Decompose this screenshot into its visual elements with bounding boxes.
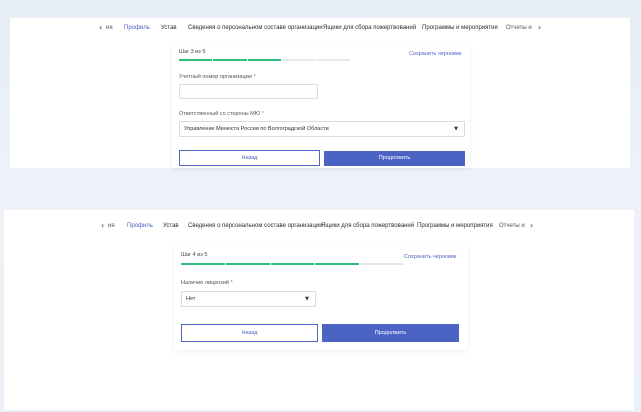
org-number-input[interactable] (179, 84, 318, 99)
tab-bar: ‹ ия Профиль Устав Сведения о персональн… (4, 217, 634, 235)
step-indicator: Шаг 4 из 5 (181, 252, 208, 258)
step-indicator: Шаг 3 из 5 (179, 49, 206, 55)
tabs-next-arrow-icon[interactable]: › (538, 19, 541, 37)
progress-bar (179, 59, 351, 61)
required-asterisk: * (261, 111, 264, 117)
progress-segment (360, 263, 404, 265)
tab-charter[interactable]: Устав (161, 19, 177, 37)
progress-segment (270, 263, 315, 265)
responsible-select[interactable]: Управление Минюста России по Волгоградск… (179, 121, 465, 137)
tab-programs[interactable]: Программы и мероприятия (417, 217, 493, 235)
chevron-down-icon: ▼ (454, 126, 458, 132)
continue-button[interactable]: Продолжить (322, 324, 459, 342)
required-asterisk: * (253, 74, 256, 80)
select-value: Нет (186, 296, 196, 302)
continue-button[interactable]: Продолжить (324, 151, 465, 166)
progress-segment (282, 59, 316, 61)
progress-segment (247, 59, 282, 61)
back-button[interactable]: Назад (179, 150, 320, 166)
select-value: Управление Минюста России по Волгоградск… (184, 126, 329, 132)
tab-donation-boxes[interactable]: Ящики для сбора пожертвований (323, 19, 416, 37)
tab-bar: ‹ ия Профиль Устав Сведения о персональн… (10, 19, 630, 37)
save-draft-link[interactable]: Сохранить черновик (409, 51, 461, 57)
chevron-down-icon: ▼ (305, 296, 309, 302)
form-card-step-4: Шаг 4 из 5 Сохранить черновик Наличие ли… (174, 246, 468, 350)
tab-reports[interactable]: Отчеты и (506, 19, 532, 37)
tabs-next-arrow-icon[interactable]: › (530, 217, 533, 235)
tab-profile[interactable]: Профиль (124, 19, 150, 37)
progress-segment (316, 59, 351, 61)
progress-segment (181, 263, 225, 265)
tab-personnel[interactable]: Сведения о персональном составе организа… (188, 217, 323, 235)
form-card-step-3: Шаг 3 из 5 Сохранить черновик Учетный но… (172, 44, 470, 168)
field-label: Наличие лицензий * (181, 280, 233, 286)
tab-reports[interactable]: Отчеты и (499, 217, 525, 235)
progress-segment (213, 59, 247, 61)
tab-partial-left[interactable]: ия (108, 217, 115, 235)
back-button[interactable]: Назад (181, 324, 318, 342)
tab-donation-boxes[interactable]: Ящики для сбора пожертвований (321, 217, 414, 235)
tab-personnel[interactable]: Сведения о персональном составе организа… (188, 19, 323, 37)
progress-segment (179, 59, 213, 61)
progress-bar (181, 263, 404, 265)
tab-profile[interactable]: Профиль (127, 217, 153, 235)
tabs-prev-arrow-icon[interactable]: ‹ (101, 217, 104, 235)
progress-segment (315, 263, 360, 265)
tab-partial-left[interactable]: ия (106, 19, 113, 37)
tab-charter[interactable]: Устав (163, 217, 179, 235)
progress-segment (225, 263, 270, 265)
field-label: Ответственный со стороны МЮ * (179, 111, 264, 117)
required-asterisk: * (230, 280, 233, 286)
tab-programs[interactable]: Программы и мероприятия (422, 19, 498, 37)
licenses-select[interactable]: Нет ▼ (181, 291, 316, 307)
tabs-prev-arrow-icon[interactable]: ‹ (99, 19, 102, 37)
save-draft-link[interactable]: Сохранить черновик (404, 254, 456, 260)
field-label: Учетный номер организации * (179, 74, 256, 80)
